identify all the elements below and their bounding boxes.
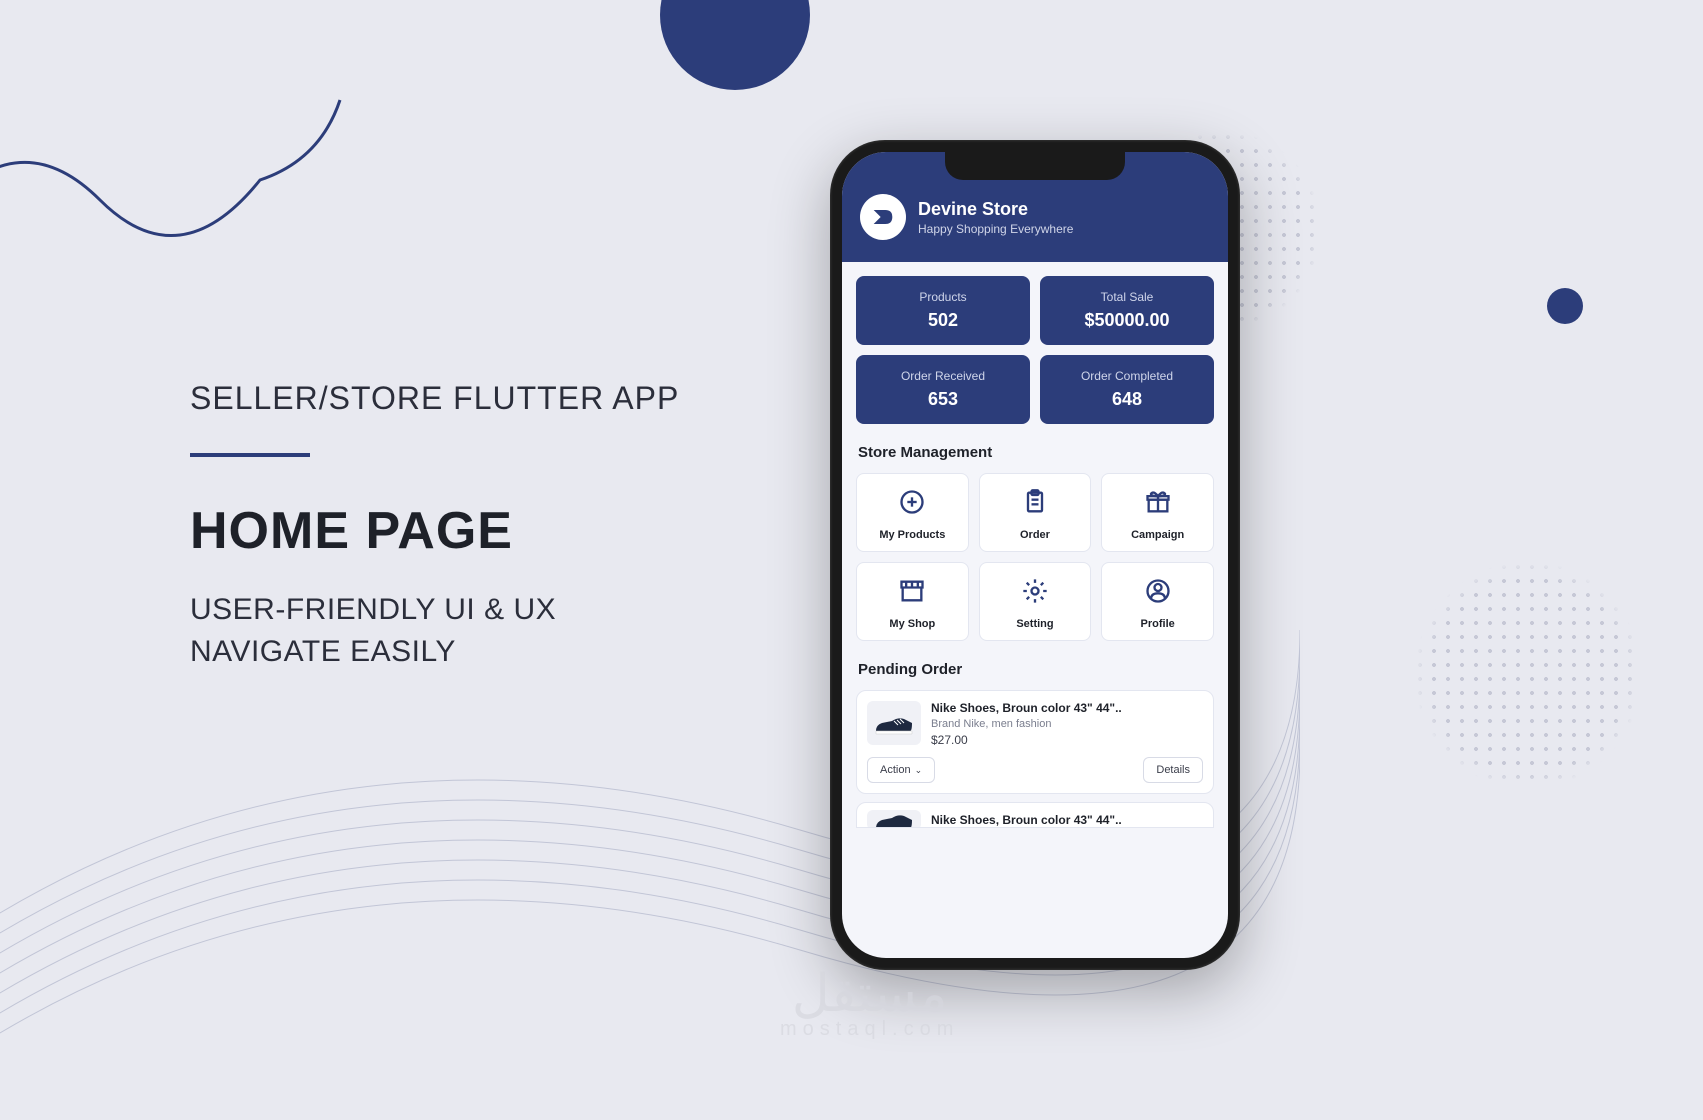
marketing-divider	[190, 453, 310, 457]
order-thumbnail	[867, 810, 921, 828]
store-name: Devine Store	[918, 199, 1073, 220]
shop-icon	[898, 577, 926, 605]
plus-circle-icon	[898, 488, 926, 516]
stats-grid: Products 502 Total Sale $50000.00 Order …	[856, 276, 1214, 424]
mgmt-profile[interactable]: Profile	[1101, 562, 1214, 641]
decorative-dots-bottom	[1413, 560, 1643, 790]
order-action-label: Action	[880, 764, 911, 776]
order-title: Nike Shoes, Broun color 43" 44"..	[931, 701, 1122, 715]
stat-products[interactable]: Products 502	[856, 276, 1030, 345]
store-management-title: Store Management	[858, 444, 1214, 461]
stat-value: 502	[864, 310, 1022, 331]
phone-notch	[945, 152, 1125, 180]
mgmt-setting[interactable]: Setting	[979, 562, 1092, 641]
mgmt-label: My Shop	[863, 618, 962, 630]
watermark: مستقل mostaql.com	[780, 964, 959, 1041]
marketing-desc-1: USER-FRIENDLY UI & UX	[190, 589, 679, 631]
clipboard-icon	[1021, 488, 1049, 516]
order-price: $27.00	[931, 733, 1122, 747]
marketing-subtitle: SELLER/STORE FLUTTER APP	[190, 380, 679, 417]
mgmt-label: Campaign	[1108, 529, 1207, 541]
stat-value: 648	[1048, 389, 1206, 410]
watermark-latin: mostaql.com	[780, 1018, 959, 1041]
store-logo[interactable]	[860, 194, 906, 240]
chevron-down-icon: ⌄	[915, 765, 923, 776]
marketing-block: SELLER/STORE FLUTTER APP HOME PAGE USER-…	[190, 380, 679, 673]
decorative-circle-right	[1547, 288, 1583, 324]
stat-label: Order Completed	[1048, 369, 1206, 383]
decorative-squiggle	[0, 80, 360, 340]
gear-icon	[1021, 577, 1049, 605]
stat-label: Total Sale	[1048, 290, 1206, 304]
phone-mockup: Devine Store Happy Shopping Everywhere P…	[830, 140, 1240, 970]
profile-icon	[1144, 577, 1172, 605]
order-subtitle: Brand Nike, men fashion	[931, 718, 1122, 730]
stat-value: $50000.00	[1048, 310, 1206, 331]
order-details-label: Details	[1156, 764, 1190, 776]
mgmt-label: Profile	[1108, 618, 1207, 630]
gift-icon	[1144, 488, 1172, 516]
stat-total-sale[interactable]: Total Sale $50000.00	[1040, 276, 1214, 345]
mgmt-my-shop[interactable]: My Shop	[856, 562, 969, 641]
order-details-button[interactable]: Details	[1143, 757, 1203, 783]
order-action-button[interactable]: Action ⌄	[867, 757, 935, 783]
shoe-icon	[874, 709, 914, 737]
pending-order-title: Pending Order	[858, 661, 1214, 678]
stat-order-completed[interactable]: Order Completed 648	[1040, 355, 1214, 424]
pending-order-card[interactable]: Nike Shoes, Broun color 43" 44".. Brand …	[856, 690, 1214, 794]
management-grid: My Products Order Campaign My Shop Setti…	[856, 473, 1214, 641]
mgmt-label: My Products	[863, 529, 962, 541]
stat-order-received[interactable]: Order Received 653	[856, 355, 1030, 424]
decorative-circle-top	[660, 0, 810, 90]
stat-value: 653	[864, 389, 1022, 410]
mgmt-my-products[interactable]: My Products	[856, 473, 969, 552]
stat-label: Order Received	[864, 369, 1022, 383]
phone-screen: Devine Store Happy Shopping Everywhere P…	[842, 152, 1228, 958]
shoe-icon	[874, 806, 914, 828]
store-logo-icon	[869, 203, 897, 231]
marketing-desc-2: NAVIGATE EASILY	[190, 631, 679, 673]
watermark-arabic: مستقل	[780, 964, 959, 1024]
mgmt-order[interactable]: Order	[979, 473, 1092, 552]
mgmt-campaign[interactable]: Campaign	[1101, 473, 1214, 552]
pending-order-card-partial[interactable]: Nike Shoes, Broun color 43" 44"..	[856, 802, 1214, 828]
stat-label: Products	[864, 290, 1022, 304]
marketing-title: HOME PAGE	[190, 501, 679, 561]
mgmt-label: Order	[986, 529, 1085, 541]
order-title: Nike Shoes, Broun color 43" 44"..	[931, 813, 1122, 827]
order-thumbnail	[867, 701, 921, 745]
mgmt-label: Setting	[986, 618, 1085, 630]
store-tagline: Happy Shopping Everywhere	[918, 222, 1073, 236]
